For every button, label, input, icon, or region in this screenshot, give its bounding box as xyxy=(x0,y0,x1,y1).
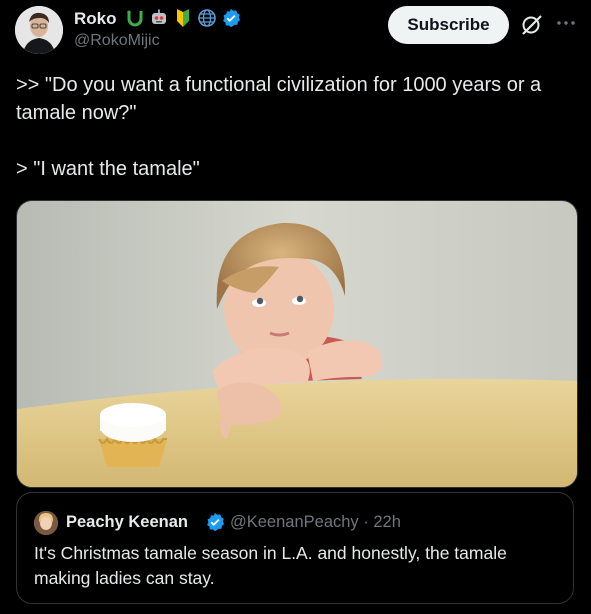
quoted-author-avatar[interactable] xyxy=(34,511,58,535)
quoted-author-name[interactable]: Peachy Keenan xyxy=(66,513,188,532)
quoted-author-handle-time[interactable]: @KeenanPeachy · 22h xyxy=(230,513,401,532)
beginner-shield-icon xyxy=(172,7,194,29)
u-symbol-icon xyxy=(124,7,146,29)
quoted-tweet[interactable]: Peachy Keenan @KeenanPeachy · 22h It's C… xyxy=(16,492,574,604)
globe-icon xyxy=(196,7,218,29)
grok-icon[interactable] xyxy=(519,12,545,38)
verified-badge-icon xyxy=(205,512,225,532)
author-name[interactable]: Roko xyxy=(74,9,117,29)
author-emoji-badges xyxy=(124,7,242,29)
child-marshmallow-photo xyxy=(17,201,577,487)
tweet-text: >> "Do you want a functional civilizatio… xyxy=(16,71,576,183)
robot-icon xyxy=(148,7,170,29)
author-avatar[interactable] xyxy=(15,6,63,54)
tweet-media-photo[interactable] xyxy=(16,200,578,488)
verified-badge-icon[interactable] xyxy=(220,7,242,29)
quoted-tweet-text: It's Christmas tamale season in L.A. and… xyxy=(34,543,507,588)
author-avatar-image xyxy=(15,6,63,54)
subscribe-button[interactable]: Subscribe xyxy=(388,6,509,44)
author-handle[interactable]: @RokoMijic xyxy=(74,32,160,50)
tweet-line-answer: > "I want the tamale" xyxy=(16,158,200,180)
tweet-line-question: >> "Do you want a functional civilizatio… xyxy=(16,74,542,124)
more-dots-icon[interactable] xyxy=(554,12,578,36)
